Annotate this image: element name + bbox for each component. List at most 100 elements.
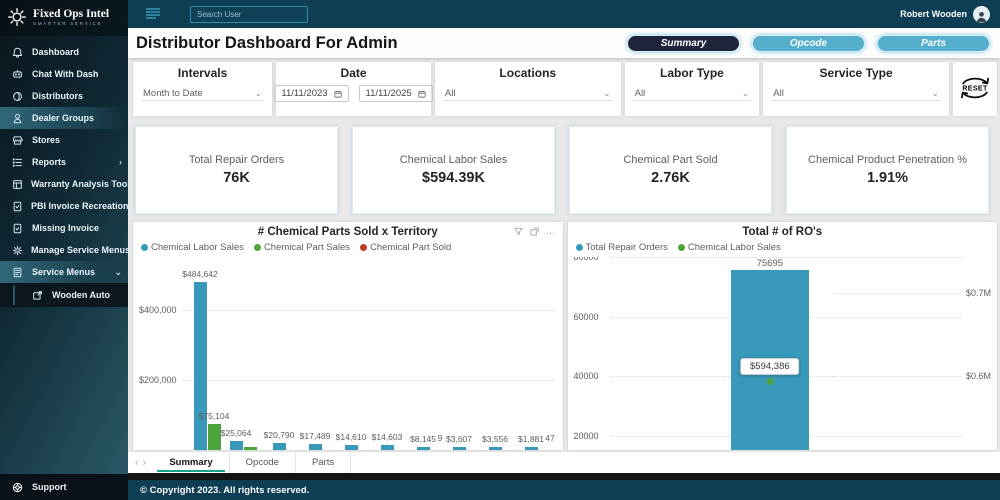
sidebar-item-dealer-groups[interactable]: Dealer Groups: [0, 107, 128, 129]
stores-icon: [12, 135, 24, 146]
sidebar-item-missing-invoice[interactable]: Missing Invoice: [0, 217, 128, 239]
filter-value: All: [773, 88, 784, 99]
sidebar-item-chat-with-dash[interactable]: Chat With Dash: [0, 63, 128, 85]
page-prev-icon[interactable]: ‹: [135, 457, 139, 469]
sidebar-item-wooden-auto[interactable]: Wooden Auto: [0, 283, 128, 307]
distributors-icon: [12, 91, 24, 102]
report-tab-opcode[interactable]: Opcode: [230, 452, 296, 473]
chart-legend: Chemical Labor SalesChemical Part SalesC…: [133, 238, 563, 253]
filter-value: All: [445, 88, 456, 99]
chevron-right-icon: ›: [119, 157, 122, 167]
bar-value-label: $75,104: [199, 411, 230, 421]
y-gridline: [610, 257, 962, 258]
filter-locations: Locations All⌄: [435, 62, 621, 116]
page-next-icon[interactable]: ›: [143, 457, 147, 469]
filter-title: Labor Type: [633, 66, 752, 80]
footer: © Copyright 2023. All rights reserved.: [128, 480, 1000, 500]
sidebar-item-label: Distributors: [32, 91, 83, 101]
filter-icon[interactable]: [514, 227, 523, 236]
filter-select-intervals[interactable]: Month to Date⌄: [141, 87, 264, 101]
sidebar-item-label: Stores: [32, 135, 60, 145]
sidebar-item-label: Wooden Auto: [52, 290, 110, 300]
chart-legend: Total Repair OrdersChemical Labor Sales: [568, 238, 998, 253]
kpi-value: $594.39K: [422, 170, 485, 186]
sidebar-item-pbi-invoice-recreation[interactable]: PBI Invoice Recreation: [0, 195, 128, 217]
tab-summary[interactable]: Summary: [627, 35, 740, 52]
start-date-input[interactable]: 11/11/2023: [274, 85, 348, 102]
more-options-icon[interactable]: …: [546, 229, 556, 234]
tab-arrows: ‹ ›: [128, 452, 153, 473]
sidebar-item-manage-service-menus[interactable]: Manage Service Menus: [0, 239, 128, 261]
bar-chemical-labor-sales[interactable]: [417, 447, 430, 451]
chevron-down-icon: ⌄: [742, 91, 750, 96]
filter-intervals: IntervalsMonth to Date⌄: [133, 62, 272, 116]
bar-chemical-labor-sales[interactable]: [525, 447, 538, 451]
sidebar-item-dashboard[interactable]: Dashboard: [0, 41, 128, 63]
sidebar-item-label: Dashboard: [32, 47, 79, 57]
date-value: 11/11/2023: [281, 88, 327, 99]
user-menu[interactable]: Robert Wooden: [900, 6, 990, 23]
bar-value-label: 47: [545, 433, 554, 443]
sidebar-item-label: Support: [32, 482, 67, 492]
gear-icon: [12, 245, 23, 256]
chart-plot-area: 80000600004000020000$0.7M$0.6M75695$594,…: [572, 257, 994, 450]
legend-item: Chemical Part Sales: [254, 242, 350, 253]
legend-item: Chemical Part Sold: [360, 242, 451, 253]
bar-chemical-labor-sales[interactable]: [345, 445, 358, 450]
legend-dot: [576, 244, 583, 251]
bar-value-label: $3,607: [446, 434, 472, 444]
right-gridline: [833, 293, 961, 294]
end-date-input[interactable]: 11/11/2025: [359, 85, 433, 102]
sidebar-item-support[interactable]: Support: [0, 474, 128, 500]
bar-value-label: $1,881: [518, 434, 544, 444]
kpi-label: Chemical Product Penetration %: [808, 154, 967, 166]
copyright-text: © Copyright 2023. All rights reserved.: [140, 485, 309, 496]
bar-chemical-labor-sales[interactable]: [381, 445, 394, 450]
bar-chemical-labor-sales[interactable]: [230, 441, 243, 450]
legend-dot: [141, 244, 148, 251]
filter-date: Date11/11/202311/11/2025: [276, 62, 431, 116]
sidebar-item-label: Service Menus: [32, 267, 95, 277]
dashboard-icon: [12, 47, 24, 58]
bar-chemical-part-sales[interactable]: [244, 447, 257, 450]
legend-item: Chemical Labor Sales: [678, 242, 781, 253]
filter-select-service-type[interactable]: All⌄: [771, 87, 941, 101]
search-input[interactable]: [190, 6, 308, 23]
tab-opcode[interactable]: Opcode: [752, 35, 865, 52]
kpi-label: Chemical Part Sold: [623, 154, 717, 166]
bar-chemical-labor-sales[interactable]: [489, 447, 502, 451]
embed-bottom-strip: [128, 473, 1000, 480]
report-tab-parts[interactable]: Parts: [296, 452, 351, 473]
filter-title: Locations: [443, 66, 613, 80]
kpi-label: Chemical Labor Sales: [400, 154, 508, 166]
sidebar-item-stores[interactable]: Stores: [0, 129, 128, 151]
sidebar-item-warranty-analysis-tool[interactable]: Warranty Analysis Tool: [0, 173, 128, 195]
bar-chemical-labor-sales[interactable]: [194, 282, 207, 450]
gear-logo-icon: [6, 6, 28, 28]
y-gridline: [183, 310, 555, 311]
menu-icon[interactable]: [144, 7, 162, 21]
sidebar-item-label: Chat With Dash: [32, 69, 98, 79]
sidebar-item-reports[interactable]: Reports›: [0, 151, 128, 173]
report-tab-summary[interactable]: Summary: [153, 452, 229, 473]
data-point[interactable]: [766, 378, 773, 385]
bar-chemical-part-sales[interactable]: [208, 424, 221, 450]
filter-select-locations[interactable]: All⌄: [443, 87, 613, 101]
sidebar-item-distributors[interactable]: Distributors: [0, 85, 128, 107]
filter-select-labor-type[interactable]: All⌄: [633, 87, 752, 101]
warranty-icon: [12, 179, 23, 190]
y-axis-label: 80000: [574, 257, 599, 262]
bar-chemical-labor-sales[interactable]: [453, 447, 466, 451]
sidebar-item-service-menus[interactable]: Service Menus⌄: [0, 261, 128, 283]
app-root: Fixed Ops Intel SMARTER SERVICE Dashboar…: [0, 0, 1000, 500]
bar-chemical-labor-sales[interactable]: [309, 444, 322, 450]
focus-mode-icon[interactable]: [530, 227, 539, 236]
kpi-value: 76K: [223, 170, 250, 186]
bar-chemical-labor-sales[interactable]: [273, 443, 286, 450]
charts-row: # Chemical Parts Sold x Territory … Chem…: [133, 222, 997, 450]
reset-button[interactable]: RESET: [953, 62, 997, 116]
logo: Fixed Ops Intel SMARTER SERVICE: [0, 0, 128, 36]
tab-parts[interactable]: Parts: [877, 35, 990, 52]
logo-title: Fixed Ops Intel: [33, 8, 109, 20]
sidebar-item-label: Dealer Groups: [32, 113, 94, 123]
